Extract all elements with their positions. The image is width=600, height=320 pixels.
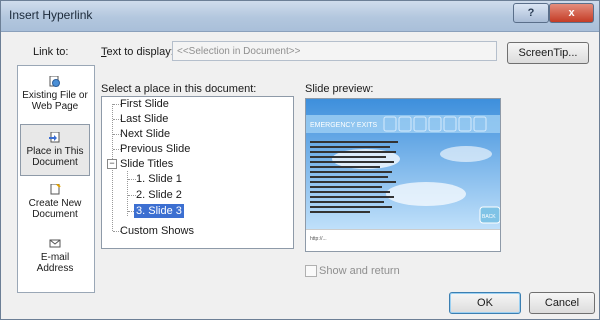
link-create-line2: Document (32, 209, 78, 220)
place-tree[interactable]: − First Slide Last Slide Next Slide Prev… (101, 96, 294, 249)
title-bar[interactable]: Insert Hyperlink ? x (1, 1, 599, 32)
help-button[interactable]: ? (513, 3, 549, 23)
link-place-in-this-document[interactable]: Place in This Document (20, 124, 90, 176)
link-existing-file-web-page[interactable]: Existing File or Web Page (20, 76, 90, 120)
tree-item-slide-2[interactable]: 2. Slide 2 (136, 188, 182, 202)
dialog-title: Insert Hyperlink (9, 8, 93, 22)
show-and-return-checkbox[interactable] (305, 265, 317, 277)
help-icon: ? (527, 7, 535, 19)
screentip-button[interactable]: ScreenTip... (507, 42, 589, 64)
link-email-address[interactable]: E-mail Address (20, 238, 90, 278)
link-to-panel: Existing File or Web Page Place in This … (17, 65, 95, 293)
tree-item-next-slide[interactable]: Next Slide (120, 127, 170, 141)
tree-guide (127, 171, 128, 216)
tree-guide (128, 179, 136, 180)
link-to-label: Link to: (33, 46, 69, 58)
slide-heading: EMERGENCY EXITS (310, 122, 377, 129)
select-place-label: Select a place in this document: (101, 83, 257, 95)
link-email-line1: E-mail (40, 252, 70, 263)
tree-item-custom-shows[interactable]: Custom Shows (120, 224, 194, 238)
link-existing-line2: Web Page (31, 101, 79, 112)
tree-item-previous-slide[interactable]: Previous Slide (120, 142, 190, 156)
text-to-display-label-text: ext to display: (106, 46, 174, 58)
text-to-display-input[interactable] (172, 41, 497, 61)
slide-thumbnail: EMERGENCY EXITS BACK http://... (306, 99, 500, 251)
close-button[interactable]: x (549, 3, 594, 23)
text-to-display-label: Text to display: (101, 46, 174, 58)
link-existing-line1: Existing File or (22, 90, 88, 101)
tree-item-slide-1[interactable]: 1. Slide 1 (136, 172, 182, 186)
tree-item-slide-titles[interactable]: Slide Titles (120, 157, 173, 171)
new-document-icon (50, 184, 61, 195)
show-and-return-label: Show and return (319, 265, 400, 277)
slide-preview-label: Slide preview: (305, 83, 374, 95)
link-create-line1: Create New (28, 198, 82, 209)
close-icon: x (568, 7, 575, 19)
slide-preview: EMERGENCY EXITS BACK http://... (305, 98, 501, 252)
slide-footer: http://... (310, 236, 327, 242)
ok-button[interactable]: OK (449, 292, 521, 314)
insert-hyperlink-dialog: Insert Hyperlink ? x Link to: Text to di… (0, 0, 600, 320)
link-create-new-document[interactable]: Create New Document (20, 184, 90, 224)
tree-item-first-slide[interactable]: First Slide (120, 97, 169, 111)
link-place-line1: Place in This (26, 146, 84, 157)
slide-back-button: BACK (482, 214, 496, 220)
globe-document-icon (49, 76, 60, 87)
tree-item-slide-3[interactable]: 3. Slide 3 (134, 204, 184, 218)
link-email-line2: Address (36, 263, 74, 274)
email-icon (49, 239, 61, 248)
place-document-icon (49, 132, 60, 143)
collapse-icon[interactable]: − (107, 159, 117, 169)
tree-guide (128, 195, 136, 196)
cancel-button[interactable]: Cancel (529, 292, 595, 314)
tree-item-last-slide[interactable]: Last Slide (120, 112, 168, 126)
link-place-line2: Document (32, 157, 78, 168)
